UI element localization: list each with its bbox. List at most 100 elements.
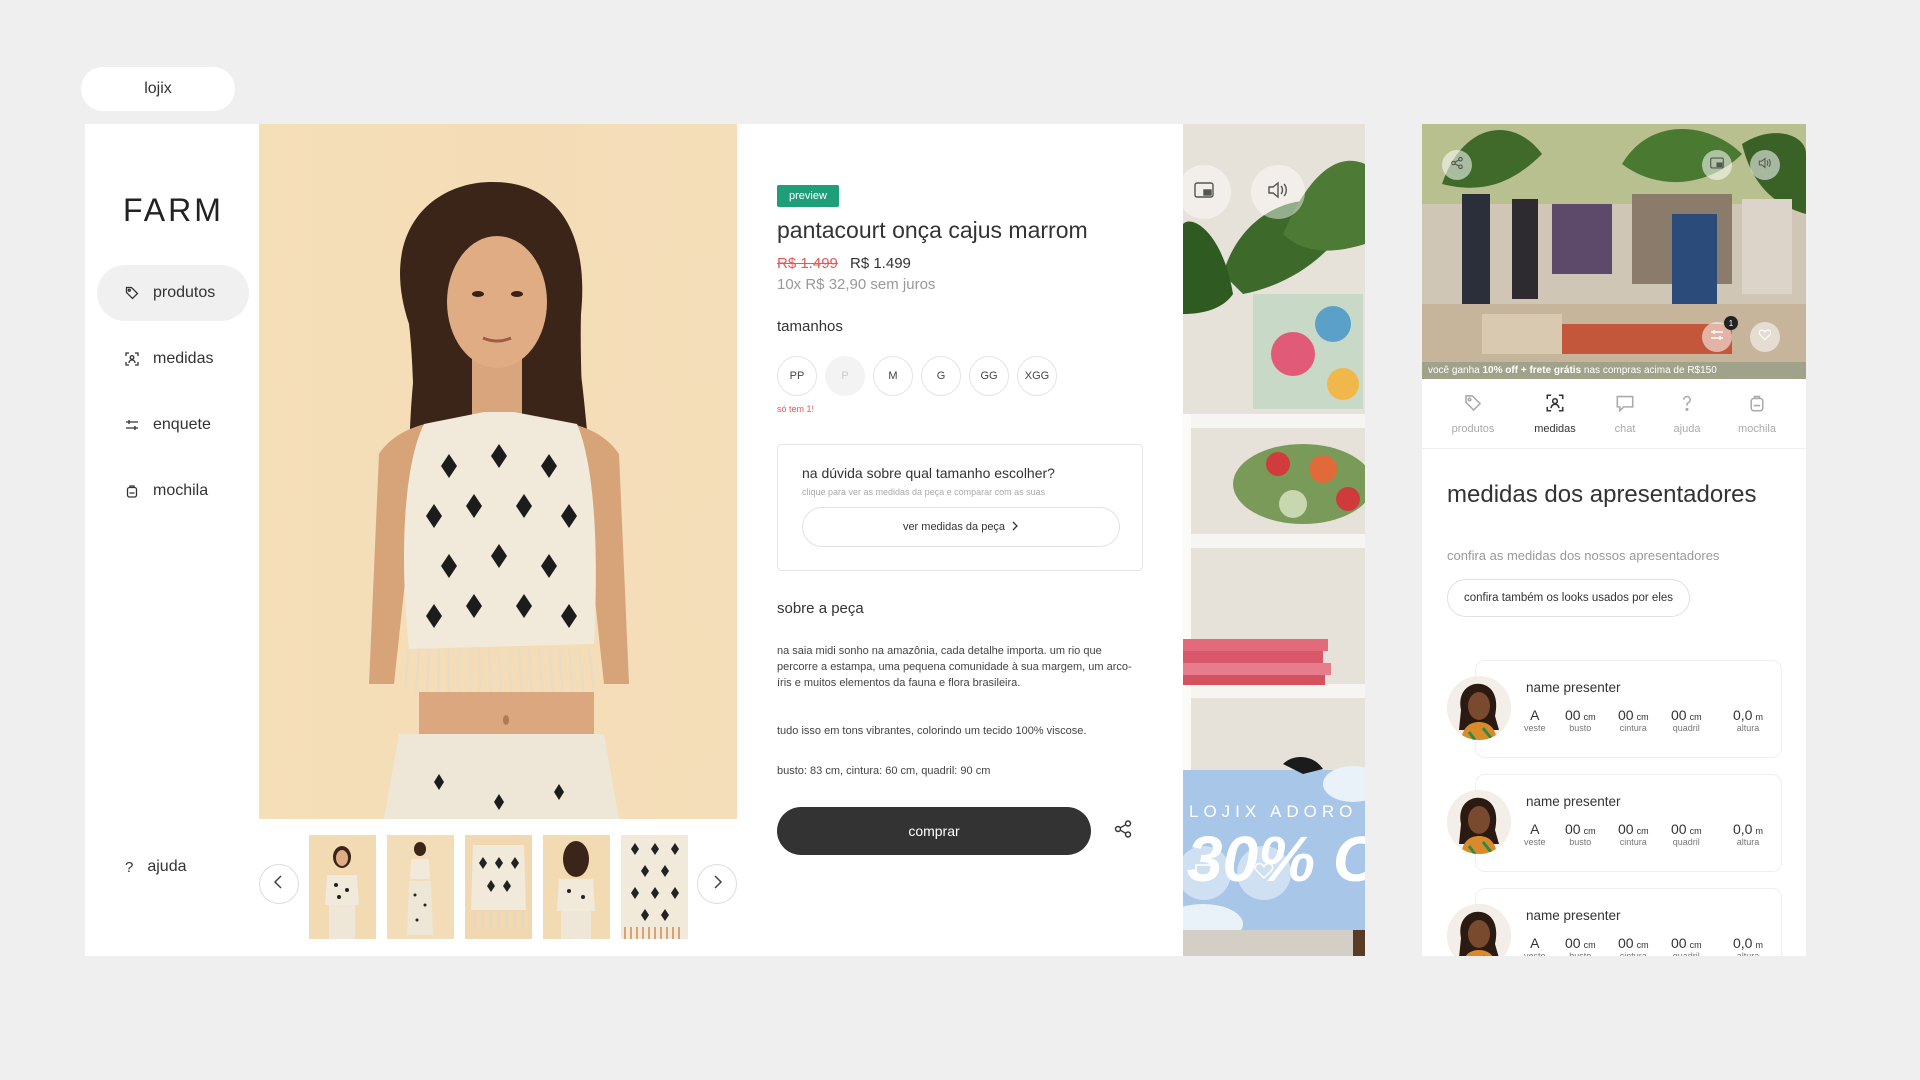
thumbnail-3[interactable] [465, 835, 532, 939]
view-measurements-label: ver medidas da peça [902, 521, 1006, 533]
stat-label: quadril [1672, 951, 1700, 956]
sidebar-item-label: mochila [153, 482, 209, 499]
tag-icon [1464, 394, 1482, 415]
stat-value: A [1530, 707, 1540, 723]
about-measurements: busto: 83 cm, cintura: 60 cm, quadril: 9… [777, 765, 991, 777]
share-icon [1113, 819, 1133, 844]
presenter-name: name presenter [1526, 680, 1621, 695]
sidebar-item-produtos[interactable]: produtos [97, 265, 249, 321]
stat-cintura: 00 cm cintura [1618, 935, 1649, 956]
mobile-preview: 1 você ganha 10% off + frete grátis nas … [1422, 124, 1806, 956]
notification-badge: 1 [1724, 316, 1738, 330]
scan-icon [1546, 394, 1564, 415]
buy-button[interactable]: comprar [777, 807, 1091, 855]
stat-label: busto [1569, 723, 1592, 733]
sidebar-item-label: produtos [153, 284, 216, 301]
stat-value: 0,0 [1733, 821, 1753, 837]
tab-label: medidas [1534, 422, 1576, 435]
tab-chat[interactable]: chat [1590, 379, 1660, 449]
thumbnail-2[interactable] [387, 835, 454, 939]
stat-label: veste [1524, 723, 1546, 733]
thumbnail-4[interactable] [543, 835, 610, 939]
stat-value: 00 [1565, 935, 1581, 951]
app-name: lojix [144, 80, 172, 97]
share-button[interactable] [1111, 819, 1135, 843]
mobile-like-button[interactable] [1750, 322, 1780, 352]
stat-unit: m [1755, 940, 1763, 950]
sidebar-item-mochila[interactable]: mochila [97, 463, 249, 519]
backpack-icon [1748, 394, 1766, 415]
tab-mochila[interactable]: mochila [1722, 379, 1792, 449]
stat-busto: 00 cm busto [1565, 707, 1596, 733]
stat-value: A [1530, 935, 1540, 951]
presenter-card[interactable]: name presenter Aveste 00 cm busto 00 cm cint… [1447, 774, 1782, 872]
mobile-tab-bar: produtos medidas chat ajuda mochila [1422, 379, 1806, 449]
volume-button[interactable] [1251, 165, 1305, 219]
stat-label: busto [1569, 837, 1592, 847]
carousel-prev-button[interactable] [259, 864, 299, 904]
stat-quadril: 00 cm quadril [1671, 707, 1702, 733]
tab-medidas[interactable]: medidas [1520, 379, 1590, 449]
sizes-label: tamanhos [777, 318, 843, 335]
stat-unit: cm [1636, 826, 1649, 836]
size-option-p[interactable]: P [825, 356, 865, 396]
presenter-looks-chip[interactable]: confira também os looks usados por eles [1447, 579, 1691, 617]
chevron-right-icon [1011, 521, 1019, 534]
thumbnail-5[interactable] [621, 835, 688, 939]
tab-ajuda[interactable]: ajuda [1652, 379, 1722, 449]
thumbnail-1[interactable] [309, 835, 376, 939]
size-option-g[interactable]: G [921, 356, 961, 396]
mobile-volume-button[interactable] [1750, 150, 1780, 180]
view-measurements-button[interactable]: ver medidas da peça [802, 507, 1120, 547]
presenter-name: name presenter [1526, 908, 1621, 923]
presenter-avatar [1447, 676, 1511, 740]
promo-ticker: você ganha 10% off + frete grátis nas co… [1422, 362, 1806, 379]
buy-button-label: comprar [908, 823, 960, 839]
like-button[interactable] [1237, 846, 1291, 900]
mobile-live-video[interactable]: 1 você ganha 10% off + frete grátis nas … [1422, 124, 1806, 379]
presenter-avatar [1447, 790, 1511, 854]
preview-badge: preview [777, 185, 839, 207]
volume-icon [1758, 156, 1772, 174]
stat-altura: 0,0 m altura [1733, 821, 1763, 847]
size-option-m[interactable]: M [873, 356, 913, 396]
presenters-subtitle: confira as medidas dos nossos apresentad… [1447, 548, 1720, 563]
tab-label: chat [1614, 422, 1636, 435]
chat-icon [1194, 862, 1214, 885]
stock-warning: só tem 1! [777, 404, 815, 414]
stat-unit: cm [1583, 826, 1596, 836]
mobile-pip-button[interactable] [1702, 150, 1732, 180]
presenter-card[interactable]: name presenter Aveste 00 cm busto 00 cm cint… [1447, 660, 1782, 758]
size-option-gg[interactable]: GG [969, 356, 1009, 396]
sidebar-help-link[interactable]: ? ajuda [125, 858, 187, 876]
app-name-pill[interactable]: lojix [81, 67, 235, 111]
carousel-next-button[interactable] [697, 864, 737, 904]
stat-veste: Aveste [1524, 935, 1546, 956]
tab-produtos[interactable]: produtos [1438, 379, 1508, 449]
size-help-question: na dúvida sobre qual tamanho escolher? [802, 465, 1055, 481]
sidebar-item-enquete[interactable]: enquete [97, 397, 249, 453]
stat-altura: 0,0 m altura [1733, 935, 1763, 956]
about-title: sobre a peça [777, 600, 864, 617]
stat-value: 0,0 [1733, 935, 1753, 951]
mobile-share-button[interactable] [1442, 150, 1472, 180]
sidebar-help-label: ajuda [147, 858, 187, 875]
size-option-pp[interactable]: PP [777, 356, 817, 396]
stat-label: quadril [1672, 723, 1700, 733]
stat-value: 00 [1671, 821, 1687, 837]
chat-icon [1616, 394, 1634, 415]
volume-icon [1267, 181, 1289, 204]
sidebar-item-medidas[interactable]: medidas [97, 331, 249, 387]
stat-veste: Aveste [1524, 821, 1546, 847]
product-main-image[interactable] [259, 124, 737, 819]
about-paragraph-2: tudo isso em tons vibrantes, colorindo u… [777, 725, 1087, 737]
stat-busto: 00 cm busto [1565, 935, 1596, 956]
tab-label: ajuda [1673, 422, 1701, 435]
thumbnail-carousel [259, 819, 737, 956]
live-video-panel[interactable]: LOJIX ADORO F 30% Of [1183, 124, 1365, 956]
size-option-xgg[interactable]: XGG [1017, 356, 1057, 396]
scan-icon [125, 352, 139, 366]
stat-label: busto [1569, 951, 1592, 956]
mobile-sliders-button[interactable]: 1 [1702, 316, 1738, 352]
presenter-card[interactable]: name presenter Aveste 00 cm busto 00 cm cint… [1447, 888, 1782, 956]
